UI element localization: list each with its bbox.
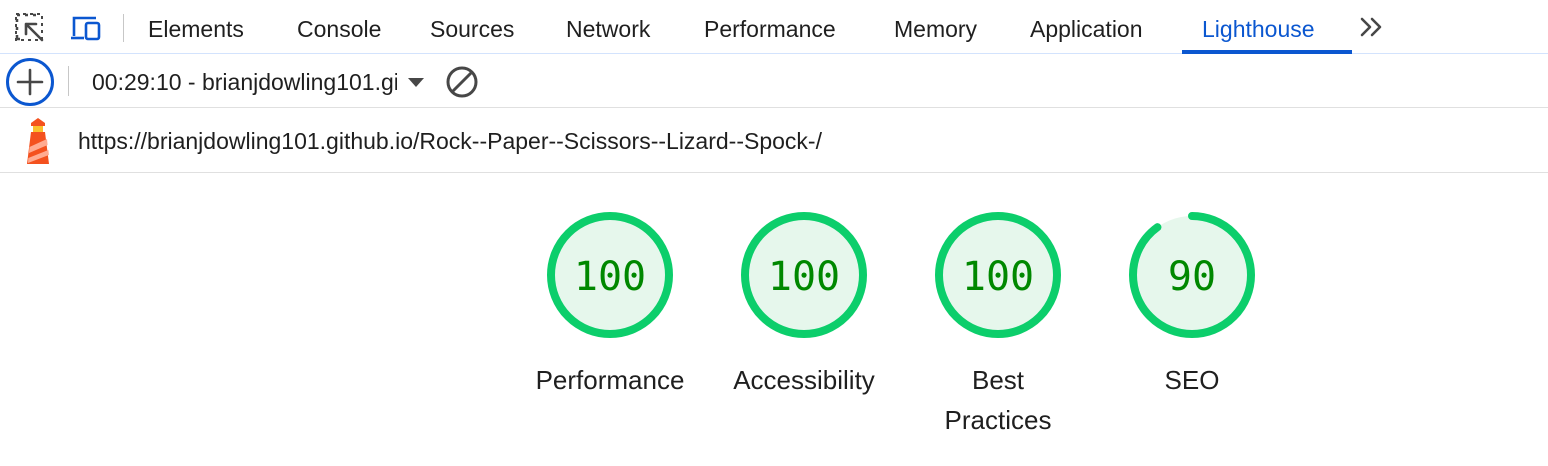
gauge-best-practices[interactable]: 100 Best Practices: [901, 210, 1095, 440]
tab-lighthouse[interactable]: Lighthouse: [1202, 0, 1315, 54]
gauge-label: Accessibility: [733, 365, 875, 395]
caret-down-icon[interactable]: [405, 75, 427, 89]
score-ring: 100: [741, 212, 867, 338]
devtools-tab-bar: Elements Console Sources Network Perform…: [0, 0, 1548, 54]
report-selector[interactable]: 00:29:10 - brianjdowling101.github.io: [92, 54, 397, 108]
inspect-element-icon[interactable]: [14, 12, 46, 44]
gauge-performance[interactable]: 100 Performance: [513, 210, 707, 400]
score-value: 100: [962, 254, 1034, 300]
toolbar-divider: [123, 14, 124, 42]
score-value: 90: [1168, 254, 1216, 300]
score-value: 100: [574, 254, 646, 300]
score-ring: 100: [935, 212, 1061, 338]
tab-sources[interactable]: Sources: [430, 0, 514, 54]
gauge-accessibility[interactable]: 100 Accessibility: [707, 210, 901, 400]
lighthouse-icon: [27, 118, 49, 164]
gauge-label: Best Practices: [944, 365, 1052, 435]
tab-console[interactable]: Console: [297, 0, 381, 54]
tab-performance[interactable]: Performance: [704, 0, 836, 54]
device-toolbar-icon[interactable]: [70, 12, 102, 44]
gauge-label: SEO: [1164, 365, 1220, 395]
chevron-double-right-icon[interactable]: [1358, 14, 1386, 42]
report-url-bar: https://brianjdowling101.github.io/Rock-…: [0, 108, 1548, 173]
tab-network[interactable]: Network: [566, 0, 650, 54]
tab-application[interactable]: Application: [1030, 0, 1143, 54]
lighthouse-toolbar: 00:29:10 - brianjdowling101.github.io: [0, 54, 1548, 108]
clear-block-icon[interactable]: [444, 64, 480, 100]
score-value: 100: [768, 254, 840, 300]
score-ring: 90: [1129, 212, 1255, 338]
toolbar-divider: [68, 66, 69, 96]
tab-memory[interactable]: Memory: [894, 0, 977, 54]
report-url: https://brianjdowling101.github.io/Rock-…: [78, 128, 822, 154]
gauge-seo[interactable]: 90 SEO: [1095, 210, 1289, 400]
score-ring: 100: [547, 212, 673, 338]
gauge-label: Performance: [535, 365, 685, 395]
tab-elements[interactable]: Elements: [148, 0, 244, 54]
plus-icon[interactable]: [5, 57, 55, 107]
